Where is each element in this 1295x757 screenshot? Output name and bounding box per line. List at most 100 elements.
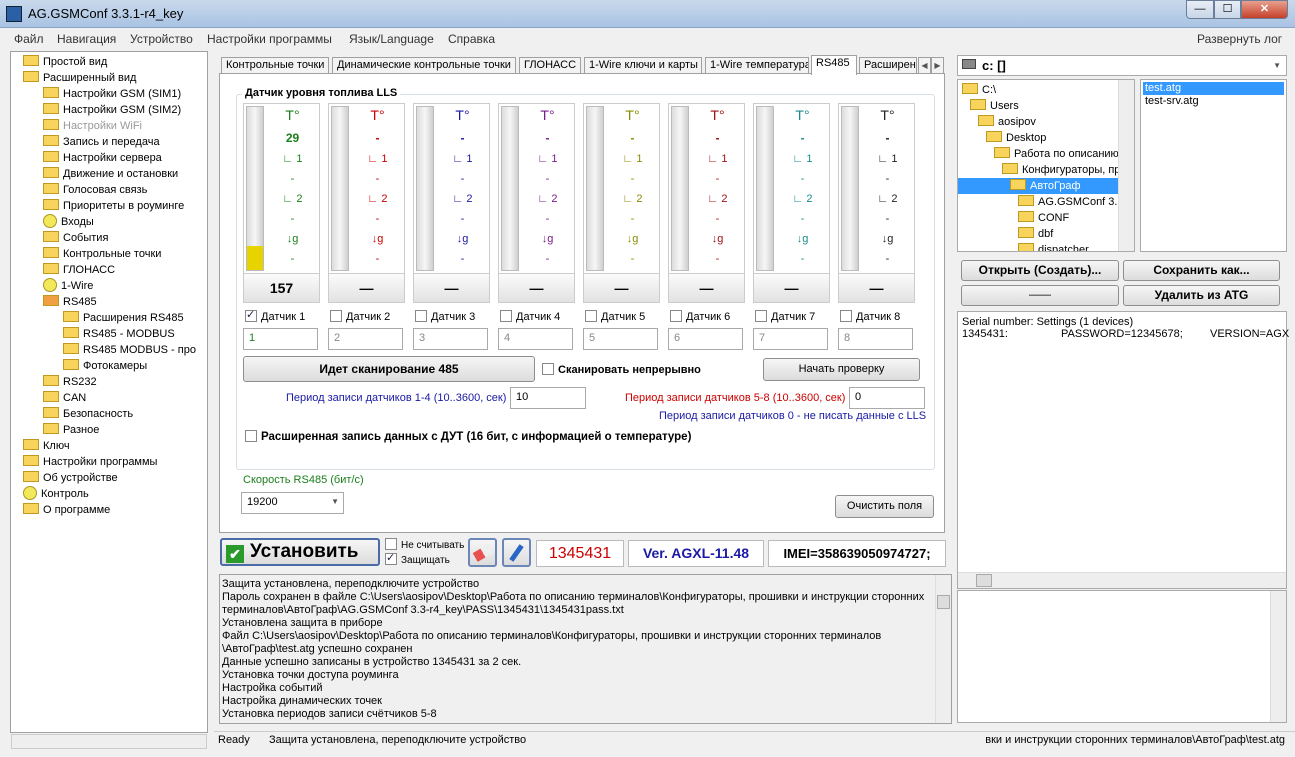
minimize-button[interactable]: — (1186, 0, 1214, 19)
open-create-button[interactable]: Открыть (Создать)... (961, 260, 1119, 281)
tab-1wire-keys[interactable]: 1-Wire ключи и карты (584, 57, 702, 74)
tree-item[interactable]: Расширенный вид (23, 70, 136, 86)
sensor-check[interactable] (500, 310, 512, 322)
file-item[interactable]: test-srv.atg (1143, 95, 1284, 108)
expand-log-menu[interactable]: Развернуть лог (1197, 32, 1282, 46)
no-read-check[interactable] (385, 538, 397, 550)
tree-item[interactable]: Расширения RS485 (63, 310, 184, 326)
tree-item[interactable]: Запись и передача (43, 134, 160, 150)
directory-list[interactable]: C:\ Users aosipov Desktop Работа по описанию… (957, 79, 1135, 252)
tree-horizontal-scrollbar[interactable] (11, 734, 207, 749)
tree-item[interactable]: Настройки GSM (SIM1) (43, 86, 181, 102)
sensor-enable-checkbox[interactable]: Датчик 4 (500, 310, 560, 323)
sensor-enable-checkbox[interactable]: Датчик 5 (585, 310, 645, 323)
tree-item[interactable]: Движение и остановки (43, 166, 178, 182)
file-list[interactable]: test.atg test-srv.atg (1140, 79, 1287, 252)
tab-1wire-temperature[interactable]: 1-Wire температура (705, 57, 809, 74)
secondary-scrollbar[interactable] (1270, 591, 1286, 722)
sensor-check[interactable] (755, 310, 767, 322)
tree-item[interactable]: 1-Wire (43, 278, 93, 294)
menu-file[interactable]: Файл (14, 32, 44, 46)
tab-rs485[interactable]: RS485 (811, 55, 857, 75)
menu-navigation[interactable]: Навигация (57, 32, 116, 46)
menu-language[interactable]: Язык/Language (349, 32, 434, 46)
menu-program-settings[interactable]: Настройки программы (207, 32, 332, 46)
tree-item[interactable]: Настройки сервера (43, 150, 162, 166)
directory-item[interactable]: aosipov (978, 114, 1036, 130)
tab-extension[interactable]: Расширен (859, 57, 917, 74)
tree-item[interactable]: Простой вид (23, 54, 107, 70)
tab-scroll-right[interactable]: ▶ (931, 57, 944, 74)
extended-record-checkbox[interactable]: Расширенная запись данных с ДУТ (16 бит,… (245, 430, 691, 443)
sensor-check[interactable] (670, 310, 682, 322)
sensor-check[interactable] (585, 310, 597, 322)
directory-item[interactable]: АвтоГраф (958, 178, 1118, 194)
directory-item[interactable]: Desktop (986, 130, 1046, 146)
sensor-enable-checkbox[interactable]: Датчик 1 (245, 308, 305, 323)
info-scroll-thumb[interactable] (976, 574, 992, 587)
tree-item[interactable]: RS232 (43, 374, 97, 390)
directory-item[interactable]: Конфигураторы, прошив (1002, 162, 1134, 178)
extended-record-check[interactable] (245, 430, 257, 442)
tree-item[interactable]: Входы (43, 214, 94, 230)
tree-item[interactable]: RS485 - MODBUS (63, 326, 175, 342)
sensor-check[interactable] (330, 310, 342, 322)
sensor-address-input[interactable]: 1 (243, 328, 318, 350)
tab-dynamic-control-points[interactable]: Динамические контрольные точки (332, 57, 516, 74)
rs485-speed-select[interactable]: 19200 ▼ (241, 492, 344, 514)
sensor-address-input[interactable]: 6 (668, 328, 743, 350)
sensor-enable-checkbox[interactable]: Датчик 2 (330, 310, 390, 323)
log-scroll-thumb[interactable] (937, 595, 950, 609)
tree-item[interactable]: Приоритеты в роуминге (43, 198, 184, 214)
sensor-address-input[interactable]: 8 (838, 328, 913, 350)
sensor-address-input[interactable]: 3 (413, 328, 488, 350)
period-5-8-input[interactable]: 0 (849, 387, 925, 409)
sensor-check[interactable] (840, 310, 852, 322)
directory-item[interactable]: dispatcher (1018, 242, 1089, 251)
scan-continuous-check[interactable] (542, 363, 554, 375)
sensor-check[interactable] (245, 308, 257, 322)
sensor-address-input[interactable]: 7 (753, 328, 828, 350)
tree-item[interactable]: О программе (23, 502, 110, 518)
info-horizontal-scrollbar[interactable] (958, 572, 1286, 588)
tab-scroll-left[interactable]: ◀ (918, 57, 931, 74)
log-scrollbar[interactable] (935, 575, 951, 723)
tree-item[interactable]: Настройки программы (23, 454, 157, 470)
drive-select[interactable]: c: [] ▼ (957, 55, 1287, 76)
delete-from-atg-button[interactable]: Удалить из ATG (1123, 285, 1280, 306)
tree-item[interactable]: Настройки WiFi (43, 118, 142, 134)
sensor-address-input[interactable]: 2 (328, 328, 403, 350)
sensor-enable-checkbox[interactable]: Датчик 3 (415, 310, 475, 323)
protect-checkbox[interactable]: Защищать (385, 551, 450, 566)
sensor-check[interactable] (415, 310, 427, 322)
tree-item[interactable]: Об устройстве (23, 470, 118, 486)
tree-item[interactable]: Контрольные точки (43, 246, 161, 262)
save-as-button[interactable]: Сохранить как... (1123, 260, 1280, 281)
tree-item[interactable]: Голосовая связь (43, 182, 147, 198)
blank-button[interactable]: —— (961, 285, 1119, 306)
no-read-checkbox[interactable]: Не считывать (385, 538, 464, 551)
menu-device[interactable]: Устройство (130, 32, 193, 46)
tree-item[interactable]: RS485 (43, 294, 97, 310)
close-button[interactable]: ✕ (1241, 0, 1288, 19)
tree-item[interactable]: Безопасность (43, 406, 133, 422)
tree-item[interactable]: Ключ (23, 438, 70, 454)
tree-item[interactable]: Настройки GSM (SIM2) (43, 102, 181, 118)
file-item[interactable]: test.atg (1143, 82, 1284, 95)
clear-fields-button[interactable]: Очистить поля (835, 495, 934, 518)
tree-item[interactable]: CAN (43, 390, 86, 406)
protect-check[interactable] (385, 551, 397, 565)
sensor-enable-checkbox[interactable]: Датчик 6 (670, 310, 730, 323)
directory-item[interactable]: C:\ (962, 82, 996, 98)
tree-item[interactable]: События (43, 230, 108, 246)
tab-glonass[interactable]: ГЛОНАСС (519, 57, 581, 74)
sensor-address-input[interactable]: 4 (498, 328, 573, 350)
tree-item[interactable]: Фотокамеры (63, 358, 147, 374)
tree-item[interactable]: RS485 MODBUS - про (63, 342, 196, 358)
sensor-address-input[interactable]: 5 (583, 328, 658, 350)
start-check-button[interactable]: Начать проверку (763, 358, 920, 381)
directory-item[interactable]: Users (970, 98, 1019, 114)
directory-item[interactable]: dbf (1018, 226, 1053, 242)
period-1-4-input[interactable]: 10 (510, 387, 586, 409)
tree-item[interactable]: Контроль (23, 486, 89, 502)
